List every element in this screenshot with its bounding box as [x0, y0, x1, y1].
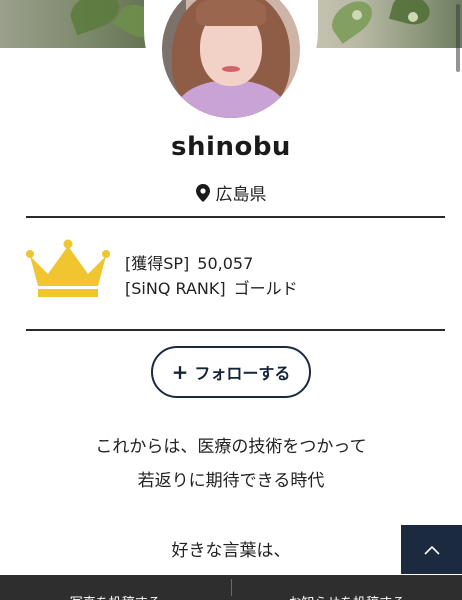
post-news-button[interactable]: お知らせを投稿する — [232, 575, 462, 600]
divider-bottom — [26, 329, 445, 331]
rank-value: ゴールド — [233, 279, 298, 298]
follow-button[interactable]: + フォローする — [151, 346, 311, 398]
avatar[interactable] — [162, 0, 300, 118]
bio-line: 好きな言葉は、 — [171, 541, 291, 561]
username: shinobu — [171, 132, 291, 162]
divider-top — [26, 216, 445, 218]
earned-sp-value: 50,057 — [197, 254, 254, 273]
post-photo-button[interactable]: 写真を投稿する — [0, 575, 231, 600]
bio-line: これからは、医療の技術をつかって — [95, 437, 367, 457]
earned-sp-label: [獲得SP] — [125, 254, 190, 273]
crown-icon — [26, 239, 110, 297]
rank-info: [獲得SP] 50,057 [SiNQ RANK] ゴールド — [125, 251, 298, 301]
plus-icon: + — [171, 360, 189, 384]
bottom-action-bar: 写真を投稿する お知らせを投稿する — [0, 575, 462, 600]
chevron-up-icon — [423, 545, 440, 555]
location: 広島県 — [0, 180, 462, 205]
bio-line: 若返りに期待できる時代 — [137, 471, 325, 491]
scroll-to-top-button[interactable] — [401, 525, 462, 574]
location-label: 広島県 — [215, 185, 267, 205]
follow-button-label: フォローする — [194, 364, 291, 383]
location-pin-icon — [195, 183, 210, 202]
rank-label: [SiNQ RANK] — [125, 279, 226, 298]
scrollbar-thumb[interactable] — [456, 4, 460, 72]
